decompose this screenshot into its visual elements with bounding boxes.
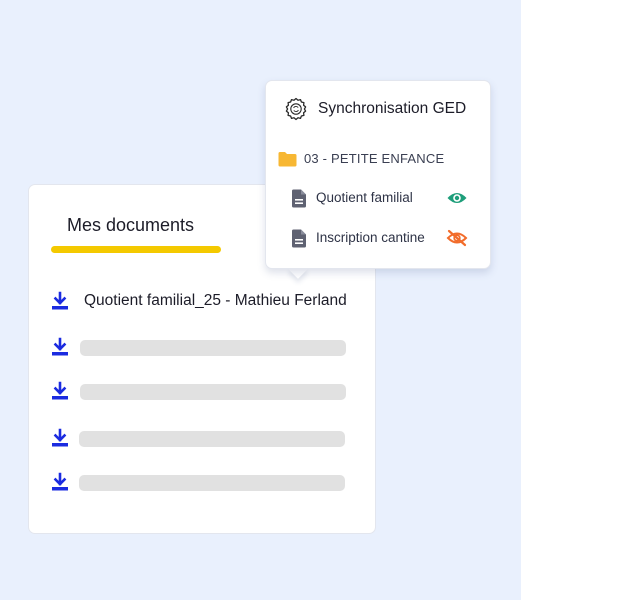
- ged-sync-popup: Synchronisation GED 03 - PETITE ENFANCE …: [265, 80, 491, 269]
- document-row[interactable]: [29, 470, 377, 494]
- download-icon[interactable]: [51, 337, 69, 357]
- document-row[interactable]: [29, 379, 377, 403]
- document-row[interactable]: [29, 426, 377, 450]
- eye-icon[interactable]: [446, 189, 468, 207]
- document-name-placeholder: [80, 340, 346, 356]
- documents-card-title: Mes documents: [67, 215, 195, 235]
- download-icon[interactable]: [51, 381, 69, 401]
- ged-file-label: Inscription cantine: [316, 230, 425, 245]
- download-icon[interactable]: [51, 428, 69, 448]
- document-name-placeholder: [79, 475, 345, 491]
- folder-label: 03 - PETITE ENFANCE: [304, 151, 445, 166]
- title-underline: [51, 246, 221, 253]
- ged-file-row[interactable]: Inscription cantine: [266, 227, 492, 249]
- document-row[interactable]: [29, 335, 377, 359]
- download-icon[interactable]: [51, 291, 69, 311]
- document-name-placeholder: [79, 431, 345, 447]
- document-icon: [292, 229, 306, 248]
- gear-icon: [285, 97, 307, 121]
- ged-file-label: Quotient familial: [316, 190, 413, 205]
- document-name-placeholder: [80, 384, 346, 400]
- download-icon[interactable]: [51, 472, 69, 492]
- document-row[interactable]: Quotient familial_25 - Mathieu Ferland: [29, 289, 377, 313]
- folder-icon: [278, 152, 297, 167]
- ged-file-row[interactable]: Quotient familial: [266, 187, 492, 209]
- ged-popup-title: Synchronisation GED: [318, 100, 467, 117]
- eye-off-icon[interactable]: [446, 229, 468, 247]
- document-name[interactable]: Quotient familial_25 - Mathieu Ferland: [84, 292, 347, 310]
- document-icon: [292, 189, 306, 208]
